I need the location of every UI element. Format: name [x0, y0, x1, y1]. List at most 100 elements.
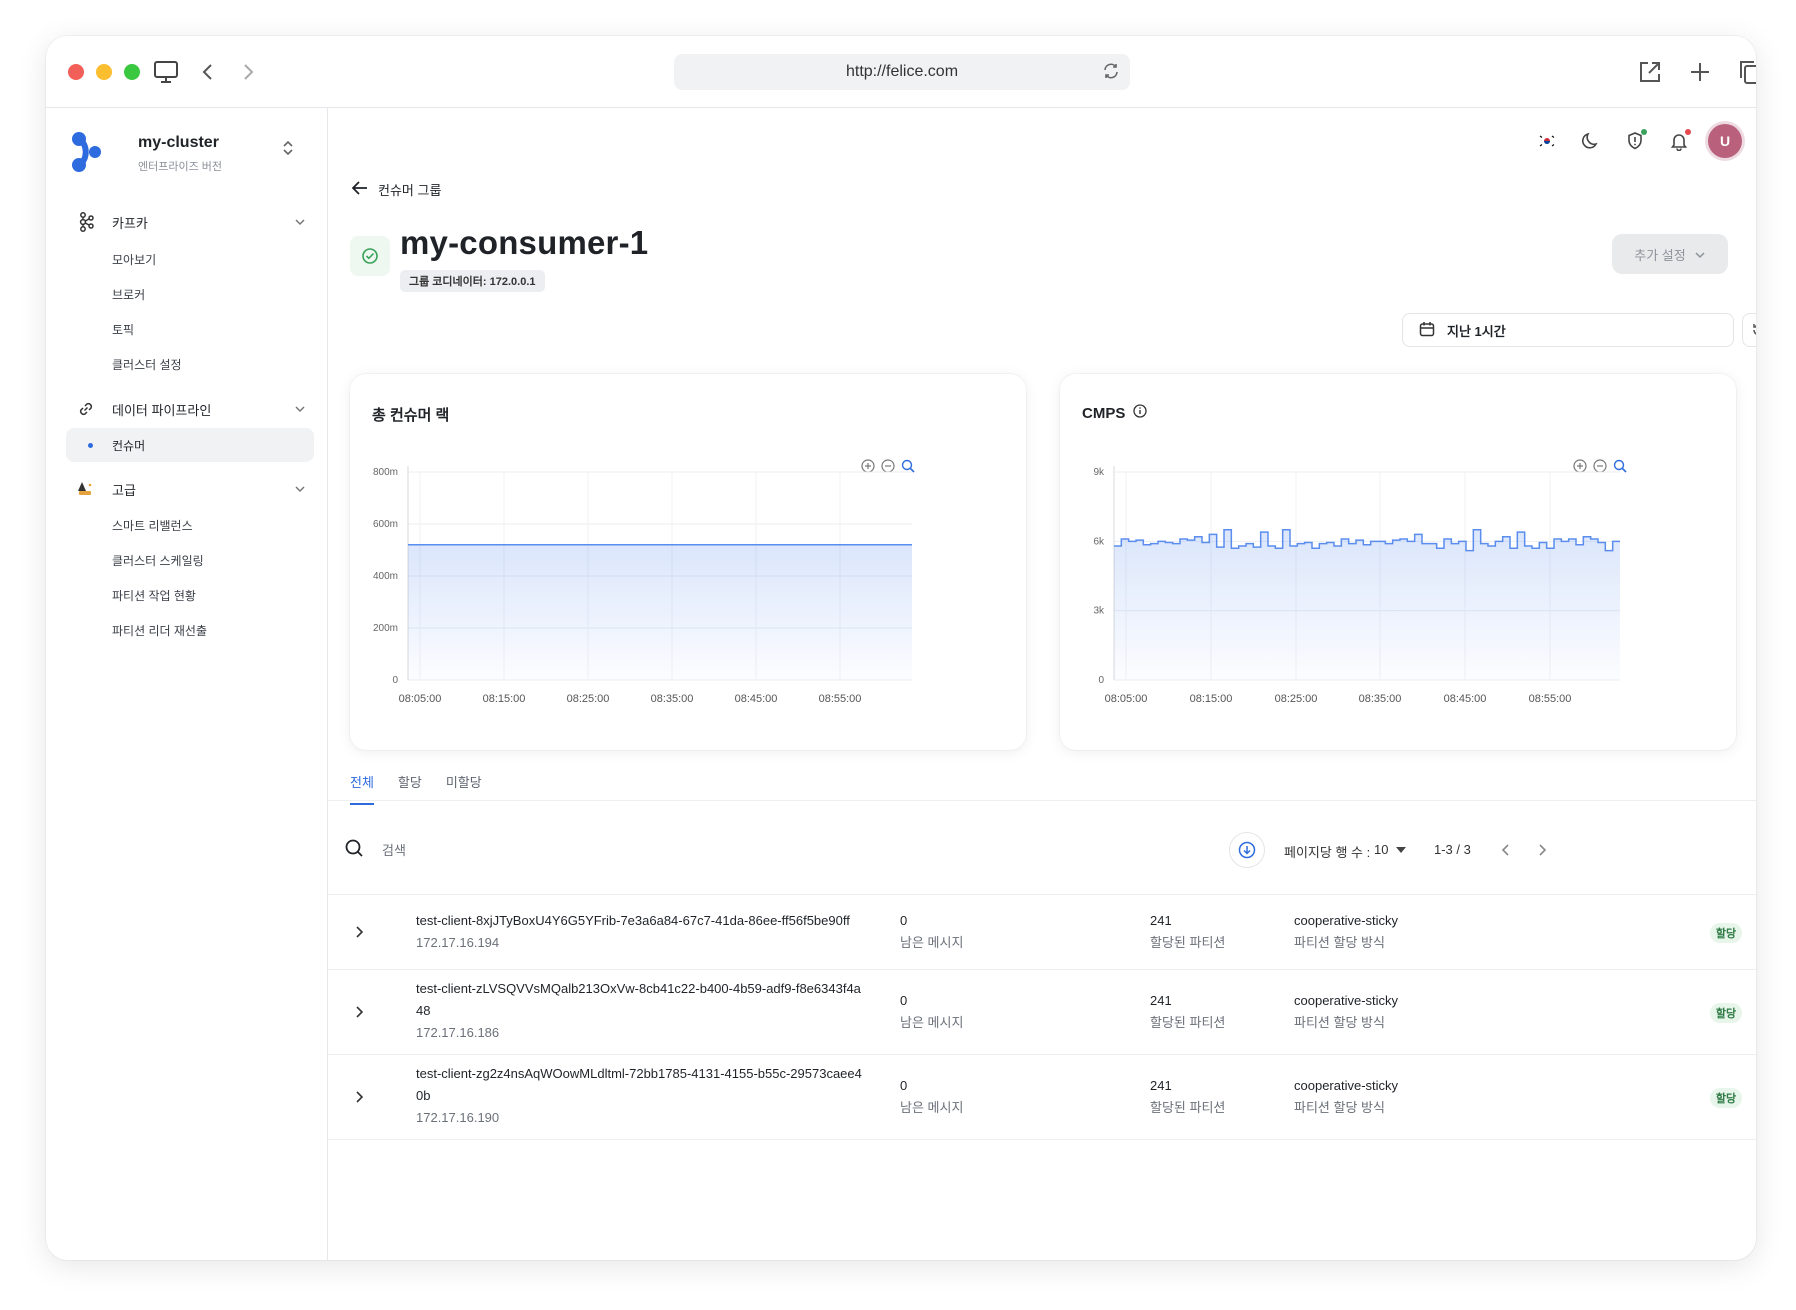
series-area — [1114, 529, 1620, 680]
cmps-chart[interactable]: 0 3k 6k 9k 08:05:00 08:15:00 08:25:00 08:35:00 0… — [1060, 374, 1736, 750]
sidebar-item-consumers[interactable]: 컨슈머 — [66, 428, 314, 462]
chevron-right-icon[interactable] — [348, 921, 370, 943]
language-flag-icon[interactable] — [1532, 126, 1562, 156]
shield-icon[interactable] — [1620, 126, 1650, 156]
sidebar-item-label: 토픽 — [112, 322, 135, 337]
more-settings-label: 추가 설정 — [1634, 247, 1686, 263]
monitor-icon[interactable] — [150, 56, 182, 88]
tabs-overview-icon[interactable] — [1734, 56, 1756, 88]
table-row[interactable]: test-client-8xjJTyBoxU4Y6G5YFrib-7e3a6a8… — [328, 895, 1756, 970]
bell-icon[interactable] — [1664, 126, 1694, 156]
chevron-down-icon — [1694, 247, 1706, 262]
remaining-cell: 0 남은 메시지 — [900, 1078, 964, 1115]
coordinator-badge: 그룹 코디네이터: 172.0.0.1 — [400, 270, 545, 292]
client-id: test-client-zLVSQVVsMQalb213OxVw-8cb41c2… — [416, 981, 861, 1018]
y-tick-label: 200m — [373, 623, 398, 634]
status-badge: 할당 — [1710, 923, 1742, 943]
sidebar-item-overview[interactable]: 모아보기 — [66, 242, 314, 276]
page-range: 1-3 / 3 — [1434, 842, 1471, 857]
nav-group-kafka[interactable]: 카프카 — [76, 208, 306, 236]
download-button[interactable] — [1229, 832, 1265, 868]
client-id-cell: test-client-zLVSQVVsMQalb213OxVw-8cb41c2… — [416, 978, 866, 1044]
back-to-consumer-groups[interactable]: 컨슈머 그룹 — [351, 180, 442, 199]
avatar[interactable]: U — [1708, 124, 1742, 158]
sidebar-item-label: 컨슈머 — [112, 438, 146, 453]
forward-arrow-icon[interactable] — [232, 56, 264, 88]
client-id-cell: test-client-8xjJTyBoxU4Y6G5YFrib-7e3a6a8… — [416, 910, 866, 954]
main-content: U 컨슈머 그룹 my-consumer-1 그룹 코디네이터: 172.0.0… — [328, 108, 1756, 1260]
remaining-cell: 0 남은 메시지 — [900, 993, 964, 1030]
share-icon[interactable] — [1634, 56, 1666, 88]
status-badge: 할당 — [1710, 1003, 1742, 1023]
sidebar-item-brokers[interactable]: 브로커 — [66, 277, 314, 311]
sidebar-item-cluster-scaling[interactable]: 클러스터 스케일링 — [66, 543, 314, 577]
x-tick-label: 08:45:00 — [1444, 693, 1487, 705]
cluster-switch-icon[interactable] — [282, 140, 294, 161]
rows-per-page-value: 10 — [1374, 842, 1389, 857]
close-window-button[interactable] — [68, 64, 84, 80]
cmps-card: CMPS 0 3k 6k 9k 08:05:00 08:15:00 08:25:00 08:3… — [1060, 374, 1736, 750]
sidebar-item-label: 클러스터 스케일링 — [112, 553, 204, 568]
x-tick-label: 08:05:00 — [1105, 693, 1148, 705]
x-tick-label: 08:55:00 — [1529, 693, 1572, 705]
maximize-window-button[interactable] — [124, 64, 140, 80]
sidebar-item-partition-tasks[interactable]: 파티션 작업 현황 — [66, 578, 314, 612]
nav-group-label: 데이터 파이프라인 — [112, 402, 212, 418]
wizard-icon — [76, 479, 96, 499]
consumer-lag-chart[interactable]: 0 200m 400m 600m 800m 08:05:00 08:15:00 08:25:0… — [350, 374, 1026, 750]
sidebar-item-smart-rebalance[interactable]: 스마트 리밸런스 — [66, 508, 314, 542]
chevron-down-icon[interactable] — [294, 481, 306, 496]
client-id-cell: test-client-zg2z4nsAqWOowMLdltml-72bb178… — [416, 1063, 866, 1129]
reload-icon[interactable] — [1102, 62, 1120, 85]
search-icon — [344, 838, 364, 863]
table-row[interactable]: test-client-zLVSQVVsMQalb213OxVw-8cb41c2… — [328, 970, 1756, 1055]
client-ip: 172.17.16.190 — [416, 1110, 500, 1125]
more-settings-button[interactable]: 추가 설정 — [1612, 234, 1728, 274]
search-input[interactable] — [382, 838, 882, 862]
chevron-right-icon[interactable] — [348, 1001, 370, 1023]
page-title: my-consumer-1 — [400, 224, 649, 261]
active-indicator — [88, 443, 93, 448]
browser-window: http://felice.com my-cluster 엔터프라이즈 버전 카… — [46, 36, 1756, 1260]
table-row[interactable]: test-client-zg2z4nsAqWOowMLdltml-72bb178… — [328, 1055, 1756, 1140]
back-arrow-icon[interactable] — [192, 56, 224, 88]
x-tick-label: 08:05:00 — [399, 693, 442, 705]
x-tick-label: 08:55:00 — [819, 693, 862, 705]
calendar-icon — [1419, 321, 1435, 340]
sidebar-item-topics[interactable]: 토픽 — [66, 312, 314, 346]
moon-icon[interactable] — [1576, 126, 1606, 156]
remaining-cell: 0 남은 메시지 — [900, 913, 964, 950]
rows-per-page-label: 페이지당 행 수 : — [1284, 845, 1371, 860]
cluster-name[interactable]: my-cluster — [138, 134, 219, 152]
sidebar-item-label: 파티션 리더 재선출 — [112, 623, 207, 638]
x-tick-label: 08:35:00 — [1359, 693, 1402, 705]
y-tick-label: 800m — [373, 467, 398, 478]
time-range-picker[interactable]: 지난 1시간 — [1402, 313, 1734, 347]
address-bar[interactable]: http://felice.com — [674, 54, 1130, 90]
chevron-right-icon[interactable] — [348, 1086, 370, 1108]
rows-per-page-select[interactable]: 10 — [1374, 842, 1407, 857]
previous-page-button[interactable] — [1494, 838, 1518, 862]
chevron-down-icon[interactable] — [294, 401, 306, 416]
strategy-cell: cooperative-sticky 파티션 할당 방식 — [1294, 1078, 1399, 1115]
browser-toolbar: http://felice.com — [46, 36, 1756, 108]
chevron-down-icon[interactable] — [294, 214, 306, 229]
nav-group-data-pipeline[interactable]: 데이터 파이프라인 — [76, 395, 306, 423]
sidebar-item-cluster-settings[interactable]: 클러스터 설정 — [66, 347, 314, 381]
nav-group-label: 카프카 — [112, 215, 148, 231]
new-tab-icon[interactable] — [1684, 56, 1716, 88]
sidebar-item-leader-election[interactable]: 파티션 리더 재선출 — [66, 613, 314, 647]
status-badge: 할당 — [1710, 1088, 1742, 1108]
minimize-window-button[interactable] — [96, 64, 112, 80]
refresh-button[interactable] — [1742, 313, 1756, 347]
download-icon — [1238, 841, 1256, 859]
back-link-label: 컨슈머 그룹 — [378, 183, 442, 198]
check-circle-icon — [350, 236, 390, 276]
time-range-value: 지난 1시간 — [1447, 323, 1506, 339]
client-id: test-client-8xjJTyBoxU4Y6G5YFrib-7e3a6a8… — [416, 913, 850, 928]
header-actions: U — [1532, 124, 1742, 158]
next-page-button[interactable] — [1530, 838, 1554, 862]
partitions-cell: 241 할당된 파티션 — [1150, 993, 1226, 1030]
nav-group-advanced[interactable]: 고급 — [76, 475, 306, 503]
y-tick-label: 600m — [373, 519, 398, 530]
